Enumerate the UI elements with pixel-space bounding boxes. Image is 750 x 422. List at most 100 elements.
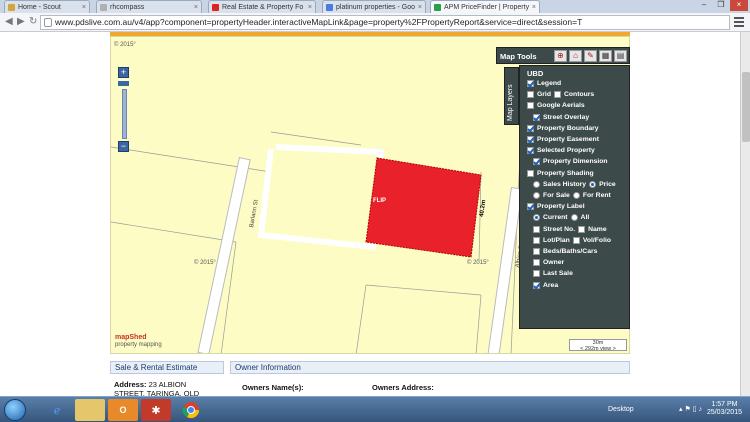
layer-checkbox[interactable] (533, 113, 540, 121)
layer-checkbox[interactable] (527, 169, 534, 177)
layer-label: Area (543, 281, 559, 289)
home-icon[interactable]: ⌂ (569, 50, 582, 62)
tab-home-scout[interactable]: Home - Scout × (4, 0, 90, 13)
layer-item: For Sale For Rent (533, 192, 611, 199)
layer-checkbox[interactable] (527, 102, 534, 110)
layer-radio[interactable] (533, 180, 540, 188)
layer-label: For Sale (543, 192, 570, 199)
layer-checkbox[interactable] (533, 259, 540, 267)
restore-icon[interactable]: ❐ (713, 0, 729, 11)
layer-checkbox[interactable] (578, 225, 586, 233)
layer-checkbox[interactable] (533, 248, 540, 255)
measure-icon[interactable]: ✎ (584, 50, 597, 62)
layer-checkbox[interactable] (553, 91, 561, 99)
close-tab-icon[interactable]: × (418, 4, 422, 11)
clock[interactable]: 1:57 PM 25/03/2015 (707, 401, 742, 417)
zoom-control: + − (118, 67, 131, 157)
layer-label: Last Sale (543, 270, 573, 278)
layer-checkbox[interactable] (533, 225, 540, 233)
minimize-icon[interactable]: – (696, 0, 712, 11)
desktop-toolbar-label[interactable]: Desktop (608, 406, 634, 413)
map-scale-bar: 30m < 292m view > (569, 339, 627, 352)
realestate-favicon-icon (212, 3, 219, 11)
reload-icon[interactable]: ↻ (29, 16, 37, 27)
layer-checkbox[interactable] (527, 91, 534, 99)
tab-rhcompass[interactable]: rhcompass × (96, 0, 202, 13)
sale-rental-estimate-header: Sale & Rental Estimate (110, 361, 224, 374)
forward-arrow-icon[interactable]: ▶ (17, 16, 25, 27)
browser-menu-icon[interactable] (734, 17, 744, 27)
layer-checkbox[interactable] (527, 80, 534, 87)
layer-item: Legend (527, 80, 561, 87)
browser-toolbar: ◀ ▶ ↻ www.pdslive.com.au/v4/app?componen… (0, 13, 750, 32)
close-tab-icon[interactable]: × (532, 4, 536, 11)
map-layers-panel: UBD Legend Grid Contours Google Aerials Stre… (519, 65, 630, 329)
layer-item: Property Dimension (533, 158, 608, 166)
layer-checkbox[interactable] (527, 203, 534, 211)
url-text: www.pdslive.com.au/v4/app?component=prop… (55, 17, 583, 27)
layer-label: Current (543, 214, 568, 222)
layer-item: Beds/Baths/Cars (533, 248, 597, 255)
tab-title: Real Estate & Property Fo (222, 3, 304, 11)
file-explorer-icon[interactable] (75, 399, 105, 421)
zoom-out-button[interactable]: − (118, 141, 129, 152)
parcel-label: FLIP (373, 198, 386, 204)
layer-label: Property Easement (537, 136, 599, 143)
close-window-icon[interactable]: × (730, 0, 748, 11)
layer-label: All (580, 214, 590, 222)
layer-label: Beds/Baths/Cars (543, 248, 598, 255)
zoom-slider-handle[interactable] (118, 81, 129, 86)
map-layers-tab[interactable]: Map Layers (504, 67, 519, 125)
layer-checkbox[interactable] (527, 136, 534, 143)
tab-apm-pricefinder[interactable]: APM PriceFinder | Property × (430, 0, 540, 13)
zoom-slider-track[interactable] (122, 89, 127, 139)
system-tray-icons[interactable]: ▴ ⚑ ▯ ♪ (679, 406, 702, 414)
page-scrollbar[interactable] (740, 32, 750, 396)
layer-checkbox[interactable] (533, 158, 540, 166)
back-arrow-icon[interactable]: ◀ (5, 16, 13, 27)
layer-checkbox[interactable] (572, 236, 580, 244)
close-tab-icon[interactable]: × (82, 4, 86, 11)
layer-label: Selected Property (537, 147, 595, 155)
chrome-icon[interactable] (176, 399, 206, 421)
layer-checkbox[interactable] (527, 147, 534, 155)
close-tab-icon[interactable]: × (194, 4, 198, 11)
layer-item: Property Shading (527, 169, 594, 177)
browser-tab-bar: Home - Scout × rhcompass × Real Estate &… (0, 0, 750, 13)
layer-label: Property Shading (537, 169, 594, 177)
owners-address-label: Owners Address: (372, 383, 434, 392)
layer-label: Property Dimension (543, 158, 608, 166)
layers-icon[interactable]: ▦ (599, 50, 612, 62)
layer-checkbox[interactable] (533, 270, 540, 278)
layer-label: Google Aerials (537, 102, 585, 110)
layer-checkbox[interactable] (527, 124, 534, 132)
layer-radio[interactable] (572, 192, 580, 199)
layer-item: Street Overlay (533, 113, 589, 121)
layer-label: Property Boundary (537, 124, 599, 132)
start-button[interactable] (4, 399, 26, 421)
windows-taskbar: ℯ O ✱ Desktop ▴ ⚑ ▯ ♪ 1:57 PM 25/03/2015 (0, 396, 750, 422)
layer-radio[interactable] (570, 214, 578, 222)
layer-item: Current All (533, 214, 590, 222)
layer-radio[interactable] (533, 214, 540, 222)
app-icon[interactable]: ✱ (141, 399, 171, 421)
layer-label: Property Label (537, 203, 585, 211)
address-bar[interactable]: www.pdslive.com.au/v4/app?component=prop… (40, 15, 730, 30)
outlook-icon[interactable]: O (108, 399, 138, 421)
layer-checkbox[interactable] (533, 281, 540, 289)
tab-title: APM PriceFinder | Property (444, 3, 530, 11)
layer-radio[interactable] (533, 192, 540, 199)
page-info-icon[interactable] (44, 18, 52, 27)
layer-checkbox[interactable] (533, 236, 540, 244)
layer-label: Street No. (543, 225, 576, 233)
layer-label: Lot/Plan (543, 236, 570, 244)
tab-real-estate[interactable]: Real Estate & Property Fo × (208, 0, 316, 13)
zoom-in-button[interactable]: + (118, 67, 129, 78)
tab-platinum-properties[interactable]: platinum properties - Goo × (322, 0, 426, 13)
internet-explorer-icon[interactable]: ℯ (42, 399, 72, 421)
layer-radio[interactable] (589, 180, 597, 188)
print-icon[interactable]: ▤ (614, 50, 627, 62)
pan-icon[interactable]: ⊕ (554, 50, 567, 62)
close-tab-icon[interactable]: × (308, 4, 312, 11)
scrollbar-thumb[interactable] (742, 72, 750, 142)
